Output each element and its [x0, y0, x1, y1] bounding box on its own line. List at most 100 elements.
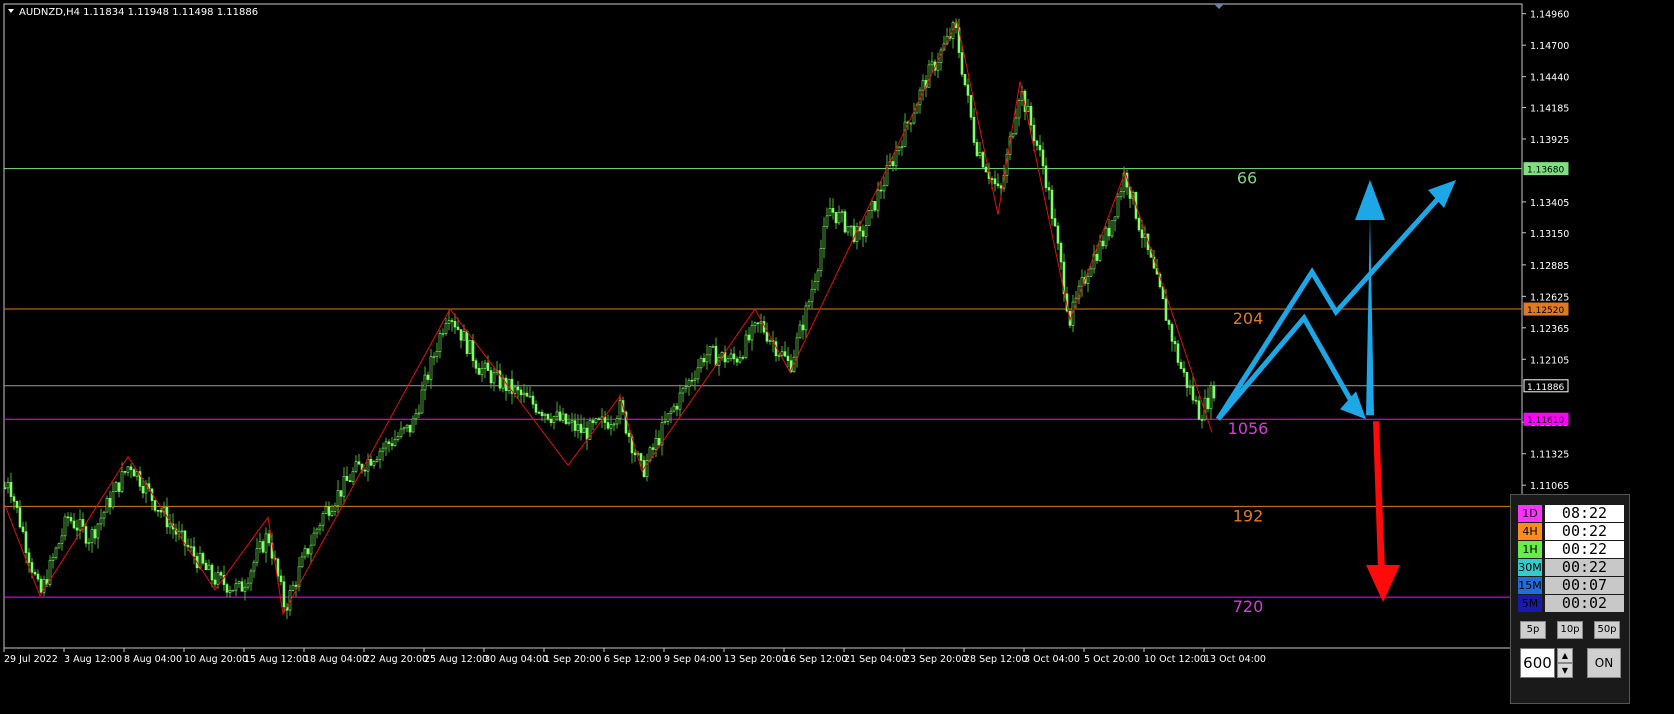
candle-body: [537, 411, 541, 414]
candle-body: [453, 321, 457, 328]
candle-body: [1191, 386, 1195, 401]
candle-body: [837, 212, 841, 224]
candle-body: [393, 439, 397, 446]
candle-body: [255, 548, 259, 563]
candle-body: [534, 403, 538, 413]
countdown-4h: 00:22: [1545, 523, 1624, 540]
candle-body: [1209, 385, 1213, 410]
x-tick-label: 30 Aug 04:00: [484, 654, 548, 665]
spin-down-button[interactable]: ▼: [1557, 663, 1573, 678]
candle-body: [1167, 320, 1171, 325]
step-5p-button[interactable]: 5p: [1520, 621, 1546, 639]
timer-row-15m: 15M 00:07: [1518, 577, 1624, 594]
candle-body: [882, 185, 886, 192]
candle-body: [1110, 220, 1114, 237]
candle-body: [756, 322, 760, 325]
candle-body: [30, 562, 34, 573]
candle-body: [66, 516, 70, 519]
timer-row-5m: 5M 00:02: [1518, 595, 1624, 612]
x-tick-label: 3 Aug 12:00: [64, 654, 122, 665]
candle-body: [984, 166, 988, 173]
candle-body: [735, 358, 739, 363]
candle-body: [843, 211, 847, 233]
candle-body: [249, 570, 253, 584]
candle-body: [294, 584, 298, 587]
candle-body: [996, 183, 1000, 187]
candle-body: [576, 423, 580, 431]
candle-body: [777, 354, 781, 357]
candle-body: [252, 561, 256, 572]
candle-body: [1059, 242, 1063, 263]
candle-body: [750, 325, 754, 341]
candle-body: [279, 575, 283, 583]
candle-body: [753, 322, 757, 327]
candle-body: [687, 379, 691, 387]
step-50p-button[interactable]: 50p: [1594, 621, 1620, 639]
candle-body: [168, 523, 172, 528]
candle-body: [300, 556, 304, 568]
candle-body: [117, 482, 121, 492]
candle-body: [153, 500, 157, 511]
candle-body: [63, 516, 67, 537]
timeframe-label-4h: 4H: [1518, 523, 1542, 540]
timer-row-1d: 1D 08:22: [1518, 505, 1624, 522]
candle-body: [891, 161, 895, 167]
candle-body: [894, 150, 898, 167]
candle-body: [828, 208, 832, 217]
candle-body: [396, 436, 400, 440]
candle-body: [978, 152, 982, 156]
candle-body: [780, 351, 784, 356]
candle-body: [339, 490, 343, 497]
candle-body: [846, 226, 850, 233]
candle-body: [801, 324, 805, 331]
candle-body: [1107, 227, 1111, 237]
step-10p-button[interactable]: 10p: [1557, 621, 1583, 639]
candle-body: [33, 572, 37, 575]
candle-body: [498, 370, 502, 389]
candle-body: [399, 428, 403, 437]
candle-body: [480, 368, 484, 375]
y-tick-label: 1.13925: [1530, 135, 1569, 146]
candle-body: [27, 552, 31, 563]
candle-body: [402, 427, 406, 430]
y-tick-label: 1.13405: [1530, 198, 1569, 209]
candle-body: [267, 533, 271, 544]
x-tick-label: 10 Aug 20:00: [184, 654, 248, 665]
candle-body: [87, 542, 91, 544]
spin-up-button[interactable]: ▲: [1557, 648, 1573, 663]
candle-body: [471, 339, 475, 361]
candle-body: [318, 524, 322, 530]
candle-body: [714, 345, 718, 366]
on-button[interactable]: ON: [1587, 648, 1621, 678]
timeframe-label-15m: 15M: [1518, 577, 1542, 594]
candle-body: [375, 459, 379, 462]
candle-body: [309, 544, 313, 555]
y-tick-label: 1.11325: [1530, 450, 1569, 461]
value-spinner-input[interactable]: 600: [1520, 648, 1555, 678]
candle-body: [798, 324, 802, 339]
candle-body: [114, 482, 118, 492]
candle-body: [111, 491, 115, 508]
candle-body: [729, 353, 733, 360]
candle-body: [993, 178, 997, 185]
candle-body: [678, 392, 682, 410]
candle-body: [591, 420, 595, 424]
candle-body: [666, 413, 670, 422]
candle-body: [1044, 165, 1048, 188]
candle-body: [1164, 298, 1168, 321]
candle-body: [489, 370, 493, 384]
candle-body: [582, 427, 586, 433]
candle-body: [1047, 187, 1051, 191]
price-chart[interactable]: AUDNZD,H4 1.11834 1.11948 1.11498 1.1188…: [0, 0, 1674, 714]
level-count-label: 1056: [1228, 419, 1269, 438]
candle-body: [204, 562, 208, 571]
candle-body: [975, 142, 979, 156]
candle-body: [435, 351, 439, 357]
candle-body: [1116, 196, 1120, 218]
candle-body: [129, 466, 133, 470]
candle-body: [555, 411, 559, 417]
candle-body: [849, 225, 853, 228]
candle-body: [15, 500, 19, 508]
timeframe-label-1d: 1D: [1518, 505, 1542, 522]
candle-body: [363, 469, 367, 472]
